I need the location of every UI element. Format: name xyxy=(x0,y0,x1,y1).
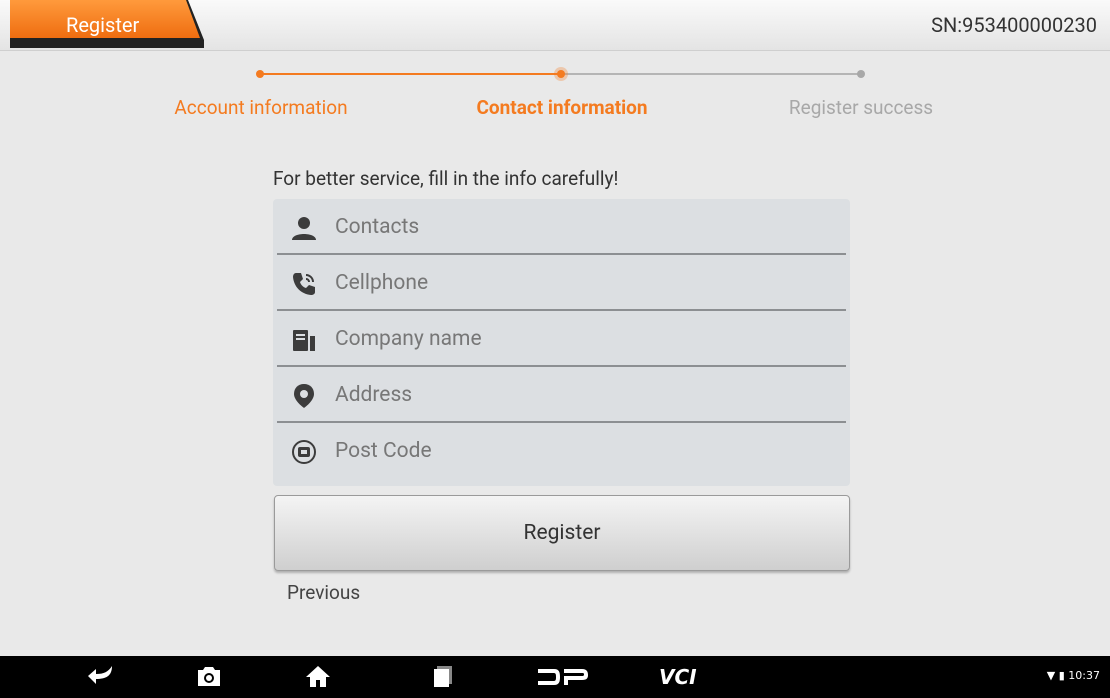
location-pin-icon xyxy=(291,383,317,409)
home-icon[interactable] xyxy=(305,664,331,692)
title-tab: Register xyxy=(10,0,204,48)
company-field xyxy=(273,311,850,367)
step-label-contact: Contact information xyxy=(476,96,648,119)
postcode-field xyxy=(273,423,850,479)
registration-steps: Account information Contact information … xyxy=(0,60,1110,130)
vci-icon[interactable]: VCI xyxy=(657,665,711,693)
address-input[interactable] xyxy=(335,377,825,413)
person-icon xyxy=(291,215,317,241)
cellphone-field xyxy=(273,255,850,311)
register-button[interactable]: Register xyxy=(274,495,850,571)
postcode-icon xyxy=(291,439,317,465)
contacts-field xyxy=(273,199,850,255)
company-icon xyxy=(291,327,317,353)
form-hint: For better service, fill in the info car… xyxy=(273,167,619,190)
dp-icon[interactable] xyxy=(536,666,590,692)
cellphone-input[interactable] xyxy=(335,265,825,301)
phone-icon xyxy=(291,271,317,297)
step-line-pending xyxy=(562,73,860,75)
address-field xyxy=(273,367,850,423)
wifi-icon: ▼ xyxy=(1046,669,1056,682)
step-dot-success xyxy=(857,70,865,78)
system-nav-bar: VCI ▼ ▮ 10:37 xyxy=(0,656,1110,698)
company-name-input[interactable] xyxy=(335,321,825,357)
battery-icon: ▮ xyxy=(1058,669,1065,682)
top-bar: Register SN:953400000230 xyxy=(0,0,1110,51)
step-label-account: Account information xyxy=(174,96,348,119)
step-dot-account xyxy=(256,70,264,78)
recent-apps-icon[interactable] xyxy=(432,664,454,692)
status-area: ▼ ▮ 10:37 xyxy=(1047,669,1100,682)
post-code-input[interactable] xyxy=(335,433,825,469)
serial-number: SN:953400000230 xyxy=(931,13,1097,37)
contact-form xyxy=(273,199,850,486)
step-dot-contact xyxy=(557,70,565,78)
step-line-completed xyxy=(260,73,560,75)
screenshot-icon[interactable] xyxy=(196,664,222,692)
contacts-input[interactable] xyxy=(335,209,825,245)
back-icon[interactable] xyxy=(86,664,116,692)
clock: 10:37 xyxy=(1068,669,1100,682)
page-title: Register xyxy=(66,13,140,37)
previous-link[interactable]: Previous xyxy=(287,581,360,604)
step-label-success: Register success xyxy=(788,96,934,119)
svg-text:VCI: VCI xyxy=(659,665,697,689)
